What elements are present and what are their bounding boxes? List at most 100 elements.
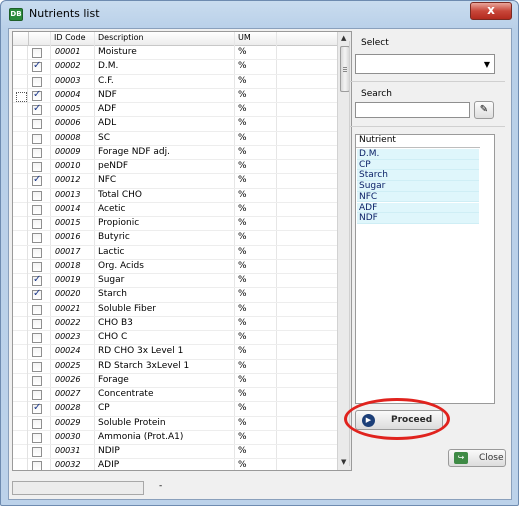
row-selector[interactable] [13,202,28,217]
row-selector[interactable] [13,103,28,117]
column-header-um[interactable]: UM [238,33,251,42]
row-selector[interactable] [13,331,28,345]
row-checkbox[interactable] [32,461,42,470]
row-selector[interactable] [13,188,28,203]
row-checkbox[interactable] [32,447,42,457]
row-selector[interactable] [13,373,28,388]
row-selector[interactable] [13,131,28,146]
table-row[interactable]: 00029 Soluble Protein% [13,416,337,431]
table-row[interactable]: 00010 peNDF% [13,160,337,175]
list-item[interactable]: ADF [357,202,479,213]
search-button[interactable]: ✎ [474,101,494,119]
table-row[interactable]: 00012 NFC% [13,174,337,189]
row-checkbox[interactable] [32,432,42,443]
row-selector[interactable] [13,288,28,303]
table-row[interactable]: 00026 Forage% [13,373,337,389]
table-row[interactable]: 00004 NDF% [13,88,337,104]
table-row[interactable]: 00018 Org. Acids% [13,259,337,275]
table-row[interactable]: 00032 ADIP% [13,459,337,470]
row-checkbox[interactable] [32,304,42,315]
table-row[interactable]: 00021 Soluble Fiber% [13,302,337,317]
row-selector[interactable] [13,145,28,160]
row-selector[interactable] [13,231,28,246]
column-header-id-code[interactable]: ID Code [54,33,86,42]
row-selector[interactable] [13,217,28,231]
row-selector[interactable] [13,302,28,317]
row-selector[interactable] [13,259,28,274]
list-item[interactable]: NFC [357,191,479,203]
table-row[interactable]: 00024 RD CHO 3x Level 1% [13,345,337,360]
list-item[interactable]: Sugar [357,181,479,192]
list-item[interactable]: NDF [357,213,479,224]
row-checkbox[interactable] [32,204,42,215]
row-selector[interactable] [13,359,28,374]
row-selector[interactable] [13,46,28,60]
row-checkbox[interactable] [32,318,42,329]
table-row[interactable]: 00008 SC% [13,131,337,146]
table-row[interactable]: 00019 Sugar% [13,274,337,289]
row-checkbox[interactable] [32,361,42,372]
window-close-button[interactable]: x [470,2,512,20]
row-selector[interactable] [13,245,28,260]
table-row[interactable]: 00016 Butyric% [13,231,337,246]
row-selector[interactable] [13,60,28,75]
row-checkbox[interactable] [32,89,42,101]
row-selector[interactable] [13,416,28,431]
row-selector[interactable] [13,74,28,89]
row-selector[interactable] [13,160,28,174]
row-checkbox[interactable] [32,333,42,343]
row-selector[interactable] [13,388,28,402]
table-row[interactable]: 00014 Acetic% [13,202,337,218]
row-selector[interactable] [13,345,28,360]
row-checkbox[interactable] [32,119,42,130]
selected-nutrients-list[interactable]: Nutrient D.M. CP Starch Sugar NFC ADF NDF [355,134,495,404]
row-selector[interactable] [13,430,28,445]
scroll-down-arrow-icon[interactable]: ▼ [341,458,346,466]
column-header-description[interactable]: Description [98,33,144,42]
row-selector[interactable] [13,274,28,288]
row-checkbox[interactable] [32,60,42,73]
row-checkbox[interactable] [32,390,42,400]
row-checkbox[interactable] [32,174,42,187]
row-selector[interactable] [13,174,28,189]
row-selector[interactable] [13,117,28,132]
table-row[interactable]: 00009 Forage NDF adj.% [13,145,337,161]
list-item[interactable]: CP [357,159,479,171]
table-row[interactable]: 00025 RD Starch 3xLevel 1% [13,359,337,374]
table-row[interactable]: 00031 NDIP% [13,445,337,460]
row-checkbox[interactable] [32,288,42,301]
table-row[interactable]: 00013 Total CHO% [13,188,337,203]
table-row[interactable]: 00006 ADL% [13,117,337,132]
table-row[interactable]: 00002 D.M.% [13,60,337,75]
table-row[interactable]: 00017 Lactic% [13,245,337,260]
row-checkbox[interactable] [32,402,42,415]
list-item[interactable]: D.M. [357,149,479,160]
close-button[interactable]: ↪ Close [448,449,506,467]
row-checkbox[interactable] [32,133,42,144]
search-input[interactable] [355,102,470,118]
select-dropdown[interactable]: ▼ [355,54,495,74]
row-selector[interactable] [13,88,28,103]
list-item[interactable]: Starch [357,170,479,181]
table-row[interactable]: 00005 ADF% [13,103,337,118]
row-checkbox[interactable] [32,274,42,286]
row-checkbox[interactable] [32,190,42,201]
table-row[interactable]: 00027 Concentrate% [13,388,337,403]
row-checkbox[interactable] [32,162,42,172]
row-selector[interactable] [13,316,28,331]
table-row[interactable]: 00023 CHO C% [13,331,337,346]
row-checkbox[interactable] [32,247,42,258]
table-row[interactable]: 00022 CHO B3% [13,316,337,332]
title-bar[interactable]: DB Nutrients list x [1,1,518,27]
row-checkbox[interactable] [32,347,42,358]
row-selector[interactable] [13,459,28,470]
row-checkbox[interactable] [32,219,42,229]
row-checkbox[interactable] [32,375,42,386]
row-checkbox[interactable] [32,103,42,115]
table-row[interactable]: 00003 C.F.% [13,74,337,89]
row-checkbox[interactable] [32,233,42,244]
table-row[interactable]: 00015 Propionic% [13,217,337,232]
table-row[interactable]: 00028 CP% [13,402,337,417]
row-checkbox[interactable] [32,76,42,87]
table-row[interactable]: 00020 Starch% [13,288,337,303]
